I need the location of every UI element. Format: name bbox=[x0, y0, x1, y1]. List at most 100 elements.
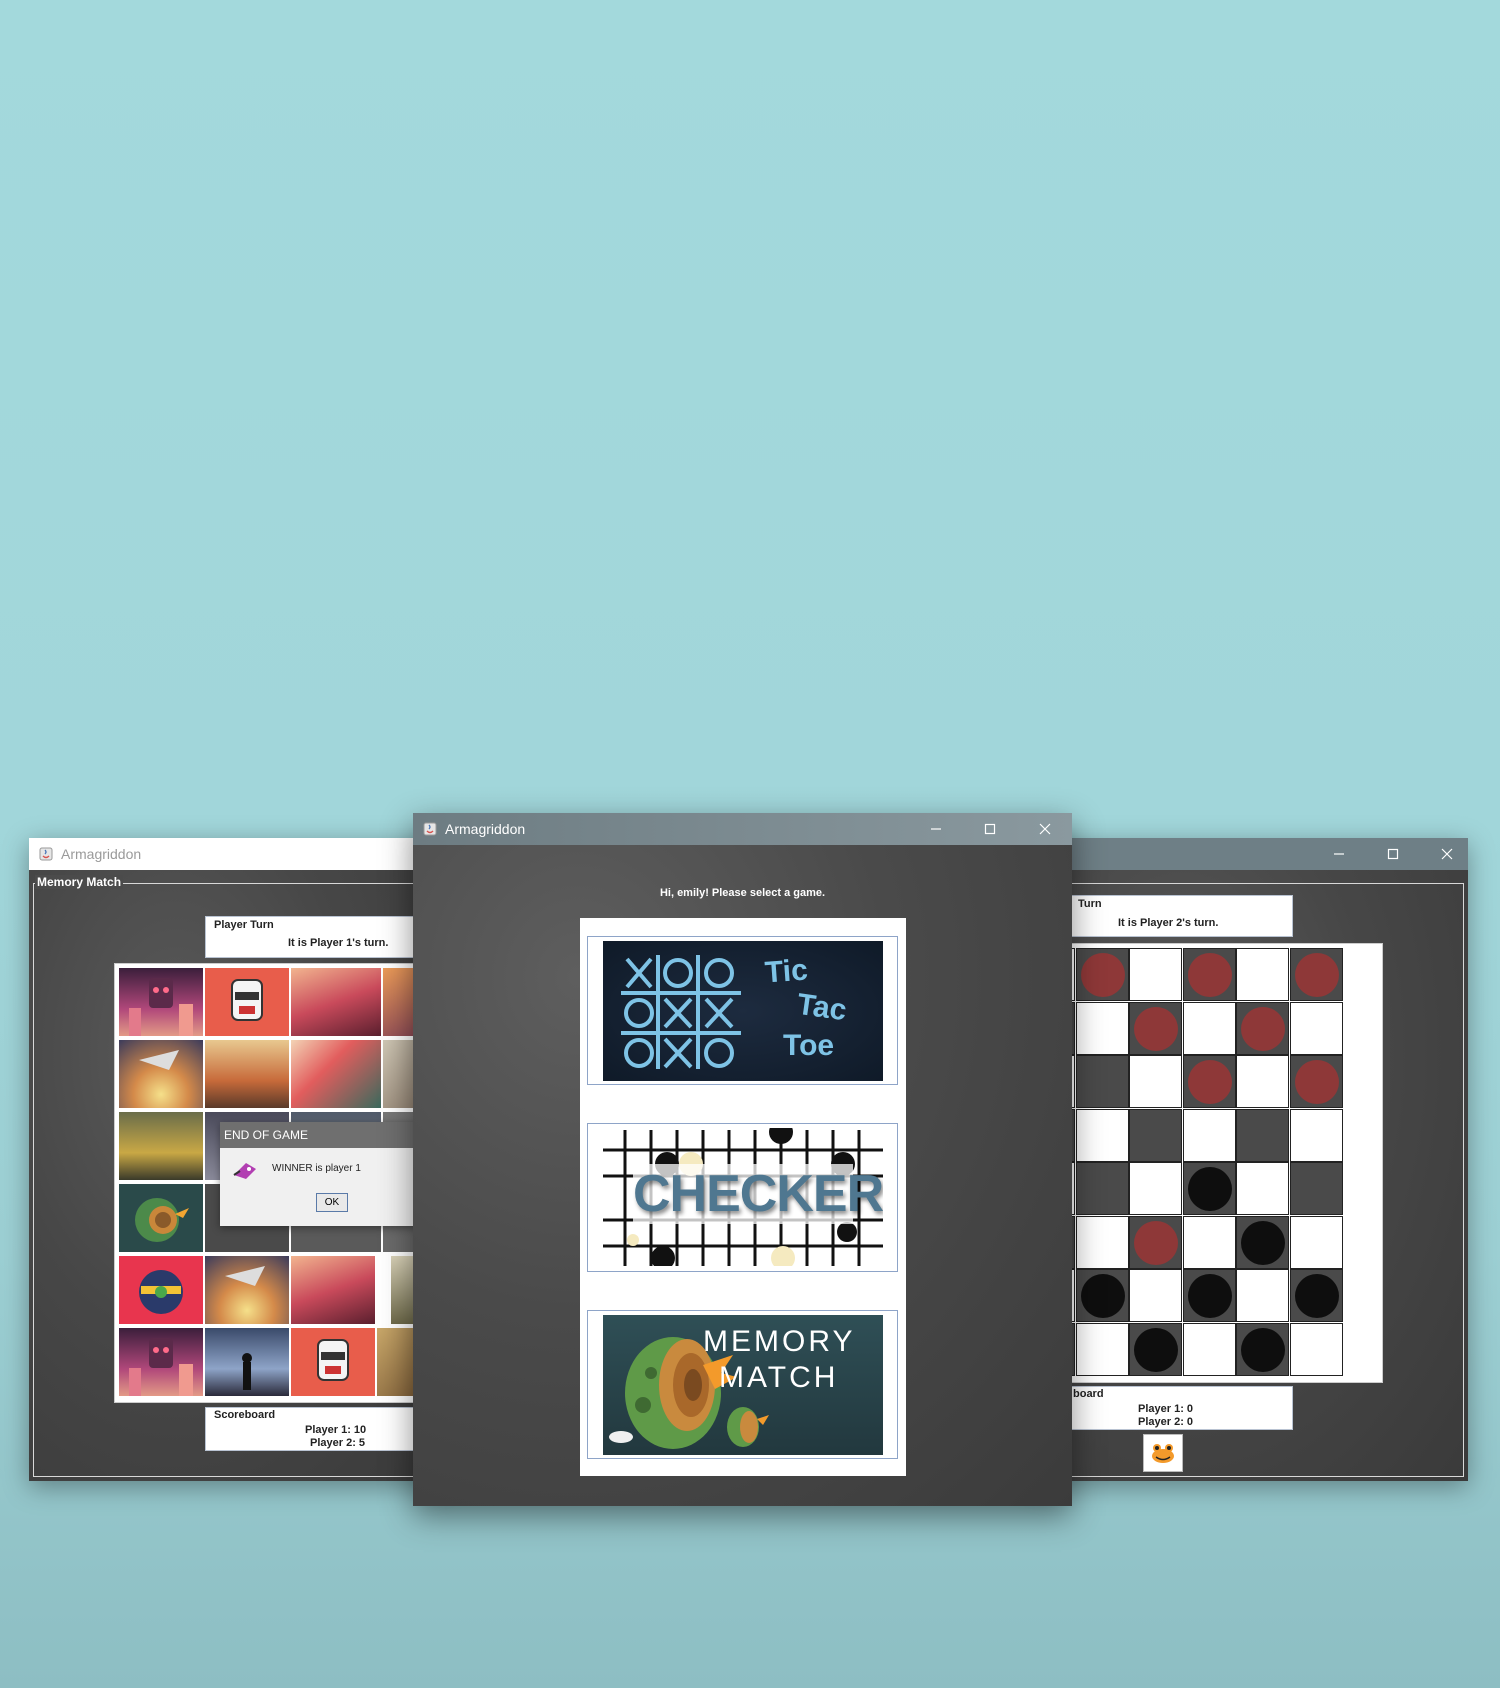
board-square[interactable] bbox=[1129, 1215, 1182, 1269]
checkers-button[interactable]: CHECKERS bbox=[587, 1123, 898, 1272]
memory-match-line-2: MATCH bbox=[719, 1361, 839, 1394]
black-checker-piece[interactable] bbox=[1294, 1274, 1339, 1318]
window-title: Armagriddon bbox=[445, 821, 526, 837]
memory-card[interactable] bbox=[119, 1256, 203, 1324]
memory-card[interactable] bbox=[205, 968, 289, 1036]
memory-card[interactable] bbox=[291, 1040, 381, 1108]
board-square[interactable] bbox=[1236, 1322, 1289, 1376]
black-checker-piece[interactable] bbox=[1080, 1274, 1125, 1318]
maximize-button[interactable] bbox=[1366, 838, 1420, 870]
black-checker-piece[interactable] bbox=[1187, 1274, 1232, 1318]
memory-card[interactable] bbox=[205, 1256, 289, 1324]
board-square[interactable] bbox=[1075, 1162, 1129, 1215]
board-square[interactable] bbox=[1129, 1055, 1182, 1108]
red-checker-piece[interactable] bbox=[1134, 1220, 1178, 1265]
memory-card[interactable] bbox=[119, 1184, 203, 1252]
close-icon bbox=[1441, 848, 1453, 860]
dialog-bird-icon bbox=[232, 1159, 258, 1186]
board-square[interactable] bbox=[1289, 1162, 1343, 1215]
black-checker-piece[interactable] bbox=[1241, 1220, 1285, 1265]
board-square[interactable] bbox=[1289, 1269, 1343, 1322]
dialog-ok-button[interactable]: OK bbox=[316, 1193, 348, 1212]
memory-card[interactable] bbox=[119, 1112, 203, 1180]
close-button[interactable] bbox=[1018, 813, 1072, 845]
tictactoe-button[interactable]: Tic Tac Toe bbox=[587, 936, 898, 1085]
board-square[interactable] bbox=[1182, 1162, 1236, 1215]
java-icon bbox=[37, 845, 55, 863]
memory-card[interactable] bbox=[291, 968, 381, 1036]
game-list-panel: Tic Tac Toe CHECKER MEMORY MATCH bbox=[580, 918, 906, 1476]
board-square[interactable] bbox=[1236, 1108, 1289, 1162]
greeting-text: Hi, emily! Please select a game. bbox=[659, 887, 826, 899]
checkers-client-area: Turn It is Player 2's turn. board Player… bbox=[1030, 870, 1468, 1481]
board-square[interactable] bbox=[1075, 1215, 1129, 1269]
black-checker-piece[interactable] bbox=[1241, 1327, 1285, 1372]
red-checker-piece[interactable] bbox=[1080, 953, 1125, 997]
board-square[interactable] bbox=[1182, 1001, 1236, 1055]
dialog-title: END OF GAME bbox=[224, 1128, 309, 1142]
board-square[interactable] bbox=[1182, 1055, 1236, 1108]
board-square[interactable] bbox=[1075, 1001, 1129, 1055]
red-checker-piece[interactable] bbox=[1187, 1060, 1232, 1104]
red-checker-piece[interactable] bbox=[1134, 1006, 1178, 1051]
memory-card[interactable] bbox=[119, 968, 203, 1036]
red-checker-piece[interactable] bbox=[1241, 1006, 1285, 1051]
checkers-window-titlebar[interactable] bbox=[1030, 838, 1468, 870]
memory-card[interactable] bbox=[119, 1040, 203, 1108]
board-square[interactable] bbox=[1289, 1215, 1343, 1269]
board-square[interactable] bbox=[1129, 1108, 1182, 1162]
board-square[interactable] bbox=[1289, 1108, 1343, 1162]
memory-card[interactable] bbox=[205, 1040, 289, 1108]
red-checker-piece[interactable] bbox=[1294, 1060, 1339, 1104]
memory-window-titlebar[interactable]: Armagriddon bbox=[29, 838, 449, 870]
board-square[interactable] bbox=[1182, 1108, 1236, 1162]
game-select-window: Armagriddon Hi, emily! Please select a g… bbox=[413, 813, 1072, 1506]
maximize-button[interactable] bbox=[963, 813, 1017, 845]
board-square[interactable] bbox=[1075, 948, 1129, 1001]
frog-button[interactable] bbox=[1143, 1434, 1183, 1472]
red-checker-piece[interactable] bbox=[1187, 953, 1232, 997]
board-square[interactable] bbox=[1182, 1322, 1236, 1376]
board-square[interactable] bbox=[1075, 1108, 1129, 1162]
board-square[interactable] bbox=[1236, 1162, 1289, 1215]
board-square[interactable] bbox=[1129, 1269, 1182, 1322]
board-square[interactable] bbox=[1182, 1215, 1236, 1269]
board-square[interactable] bbox=[1289, 1001, 1343, 1055]
memory-match-button[interactable]: MEMORY MATCH bbox=[587, 1310, 898, 1459]
minimize-button[interactable] bbox=[1312, 838, 1366, 870]
memory-card[interactable] bbox=[205, 1328, 289, 1396]
board-square[interactable] bbox=[1289, 1055, 1343, 1108]
board-square[interactable] bbox=[1289, 1322, 1343, 1376]
maximize-icon bbox=[984, 823, 996, 835]
close-button[interactable] bbox=[1420, 838, 1468, 870]
black-checker-piece[interactable] bbox=[1134, 1327, 1178, 1372]
board-square[interactable] bbox=[1236, 1055, 1289, 1108]
memory-card[interactable] bbox=[291, 1328, 375, 1396]
board-square[interactable] bbox=[1289, 948, 1343, 1001]
board-square[interactable] bbox=[1182, 948, 1236, 1001]
board-square[interactable] bbox=[1129, 1322, 1182, 1376]
center-window-titlebar[interactable]: Armagriddon bbox=[413, 813, 1072, 845]
board-square[interactable] bbox=[1182, 1269, 1236, 1322]
checkers-board bbox=[1030, 943, 1383, 1383]
memory-card[interactable] bbox=[119, 1328, 203, 1396]
checkers-banner: CHECKERS bbox=[603, 1128, 883, 1266]
black-checker-piece[interactable] bbox=[1187, 1167, 1232, 1211]
memory-group-title: Memory Match bbox=[35, 875, 124, 889]
red-checker-piece[interactable] bbox=[1294, 953, 1339, 997]
board-square[interactable] bbox=[1236, 1215, 1289, 1269]
minimize-button[interactable] bbox=[909, 813, 963, 845]
board-square[interactable] bbox=[1075, 1322, 1129, 1376]
memory-card[interactable] bbox=[291, 1256, 375, 1324]
board-square[interactable] bbox=[1236, 1001, 1289, 1055]
dialog-message: WINNER is player 1 bbox=[272, 1163, 361, 1174]
close-icon bbox=[1039, 823, 1051, 835]
board-square[interactable] bbox=[1075, 1055, 1129, 1108]
board-square[interactable] bbox=[1236, 948, 1289, 1001]
board-square[interactable] bbox=[1129, 1001, 1182, 1055]
board-square[interactable] bbox=[1236, 1269, 1289, 1322]
board-square[interactable] bbox=[1129, 948, 1182, 1001]
board-square[interactable] bbox=[1075, 1269, 1129, 1322]
tictactoe-word-3: Toe bbox=[783, 1029, 835, 1062]
board-square[interactable] bbox=[1129, 1162, 1182, 1215]
